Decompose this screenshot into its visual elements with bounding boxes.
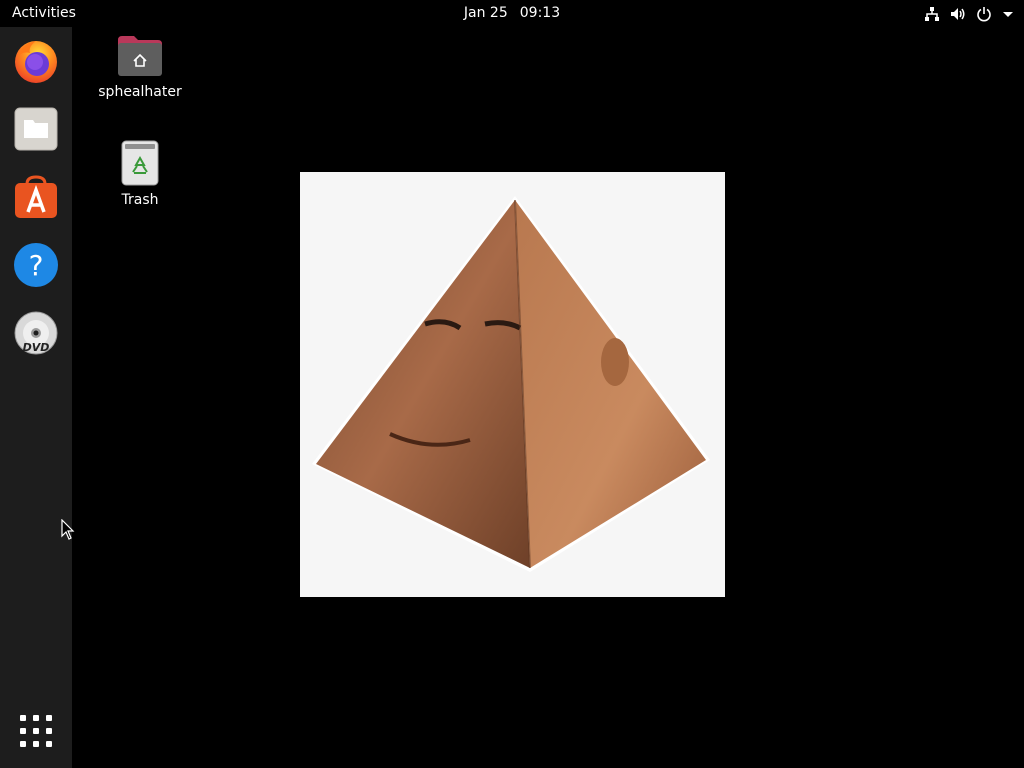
trash-icon [120,140,160,190]
mouse-pointer-icon [61,518,75,545]
dock-item-firefox[interactable] [11,38,61,88]
home-folder-icon [116,34,164,82]
dock-item-dvd[interactable]: DVD [11,310,61,360]
image-viewer[interactable] [300,172,725,597]
desktop-icon-label: sphealhater [98,84,182,100]
files-icon [13,106,59,156]
network-icon[interactable] [924,6,940,22]
software-store-icon [13,174,59,224]
dock-item-software[interactable] [11,174,61,224]
menu-arrow-icon[interactable] [1002,8,1014,20]
clock[interactable]: Jan 25 09:13 [0,0,1024,27]
desktop-icon-trash[interactable]: Trash [92,140,188,208]
dock-item-help[interactable]: ? [11,242,61,292]
app-grid-icon [19,714,53,752]
clock-date[interactable]: Jan 25 [458,5,514,21]
desktop-icon-label: Trash [121,192,159,208]
pyramid-face-image [312,196,710,572]
system-tray[interactable] [924,0,1014,27]
dock: ? DVD [0,27,72,768]
dvd-badge: DVD [23,341,50,354]
power-icon[interactable] [976,6,992,22]
clock-time[interactable]: 09:13 [514,5,566,21]
dock-item-files[interactable] [11,106,61,156]
help-icon: ? [13,242,59,292]
activities-button[interactable]: Activities [0,0,88,27]
svg-text:?: ? [29,249,44,282]
firefox-icon [12,37,60,89]
dvd-icon: DVD [13,310,59,360]
volume-icon[interactable] [950,6,966,22]
show-applications-button[interactable] [11,708,61,758]
desktop-icon-home[interactable]: sphealhater [92,34,188,100]
top-bar: Activities Jan 25 09:13 [0,0,1024,27]
